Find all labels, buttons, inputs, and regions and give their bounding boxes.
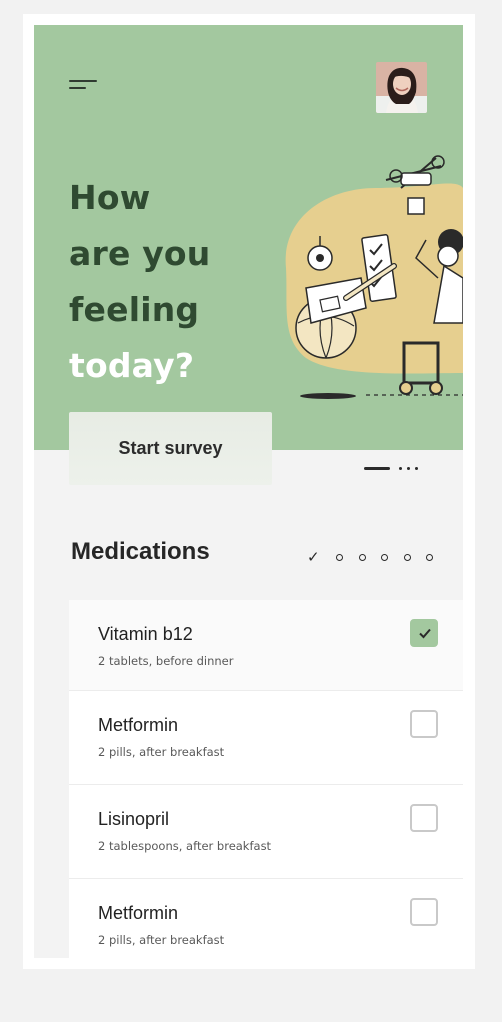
headline-line-2: are you: [69, 234, 211, 273]
medication-row[interactable]: Metformin 2 pills, after breakfast: [69, 879, 463, 958]
medication-row[interactable]: Metformin 2 pills, after breakfast: [69, 691, 463, 785]
menu-icon[interactable]: [69, 77, 99, 97]
medication-row[interactable]: Vitamin b12 2 tablets, before dinner: [69, 600, 463, 691]
check-icon: ✓: [307, 548, 320, 566]
pager-dot[interactable]: [399, 467, 402, 470]
user-avatar[interactable]: [376, 62, 427, 113]
day-indicator: [426, 554, 433, 561]
greeting-headline: How are you feeling today?: [69, 170, 211, 394]
medication-dose: 2 tablespoons, after breakfast: [98, 839, 272, 853]
medication-checkbox[interactable]: [410, 804, 438, 832]
pager-active-indicator[interactable]: [364, 467, 390, 470]
pager-dot[interactable]: [407, 467, 410, 470]
medication-dose: 2 pills, after breakfast: [98, 745, 225, 759]
check-icon: [419, 628, 431, 639]
medication-checkbox[interactable]: [410, 619, 438, 647]
pager-dot[interactable]: [415, 467, 418, 470]
headline-line-3: feeling: [69, 290, 200, 329]
day-indicator: [404, 554, 411, 561]
day-indicator: [359, 554, 366, 561]
hero-banner: How are you feeling today? Start survey: [34, 25, 463, 485]
day-indicator: [336, 554, 343, 561]
app-screen: How are you feeling today? Start survey …: [34, 25, 463, 958]
headline-line-1: How: [69, 178, 151, 217]
start-survey-button[interactable]: Start survey: [69, 412, 272, 485]
medication-dose: 2 tablets, before dinner: [98, 654, 234, 668]
medication-name: Vitamin b12: [98, 624, 193, 644]
robot-doctor-illustration: [285, 155, 463, 399]
medication-row[interactable]: Lisinopril 2 tablespoons, after breakfas…: [69, 785, 463, 879]
medication-checkbox[interactable]: [410, 710, 438, 738]
medication-checkbox[interactable]: [410, 898, 438, 926]
headline-line-4: today?: [69, 346, 195, 385]
medication-name: Metformin: [98, 903, 179, 923]
medication-name: Metformin: [98, 715, 179, 735]
medications-title: Medications: [71, 538, 210, 565]
day-indicator: [381, 554, 388, 561]
medication-dose: 2 pills, after breakfast: [98, 933, 225, 947]
medication-name: Lisinopril: [98, 809, 170, 829]
